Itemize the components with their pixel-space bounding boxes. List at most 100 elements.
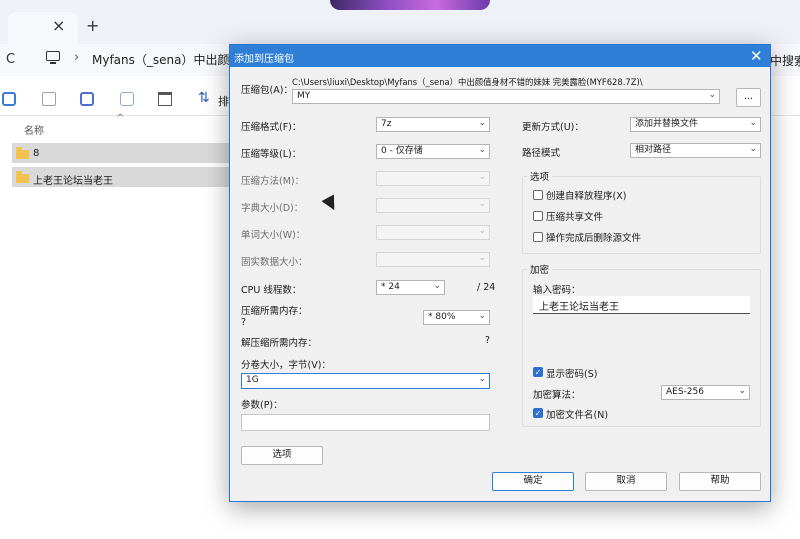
format-label: 压缩格式(F)： xyxy=(241,122,302,133)
copy-icon[interactable] xyxy=(2,92,16,106)
memory-percent-select[interactable]: * 80% ⌄ xyxy=(423,310,490,325)
path-mode-label: 路径模式 xyxy=(522,148,561,159)
word-size-select[interactable]: ⌄ xyxy=(376,225,490,240)
sort-icon[interactable]: ⇅ xyxy=(198,90,210,106)
dialog-title: 添加到压缩包 xyxy=(234,54,294,65)
sfx-checkbox[interactable] xyxy=(533,190,543,200)
encryption-group-title: 加密 xyxy=(527,262,553,276)
file-name: 8 xyxy=(33,148,40,159)
delete-after-checkbox[interactable] xyxy=(533,232,543,242)
params-label: 参数(P)： xyxy=(241,400,283,411)
update-mode-label: 更新方式(U)： xyxy=(522,122,584,133)
delete-icon[interactable] xyxy=(158,92,172,106)
browse-button[interactable]: ... xyxy=(736,88,761,107)
update-mode-select[interactable]: 添加并替换文件 ⌄ xyxy=(630,117,761,132)
help-button[interactable]: 帮助 xyxy=(679,472,761,491)
encryption-method-select[interactable]: AES-256 ⌄ xyxy=(661,385,750,400)
search-box[interactable]: 中搜索 xyxy=(770,52,800,69)
chevron-down-icon: ⌄ xyxy=(478,199,486,209)
threads-select[interactable]: * 24 ⌄ xyxy=(376,280,445,295)
archive-path: C:\Users\liuxi\Desktop\Myfans（_sena）中出颜值… xyxy=(292,77,643,87)
show-password-checkbox[interactable]: ✓ xyxy=(533,367,543,377)
show-password-label: 显示密码(S) xyxy=(546,369,598,380)
dict-size-select[interactable]: ⌄ xyxy=(376,198,490,213)
params-input[interactable] xyxy=(241,414,490,431)
rename-icon[interactable] xyxy=(80,92,94,106)
chevron-down-icon: ⌄ xyxy=(433,281,441,291)
password-label: 输入密码： xyxy=(533,285,581,296)
level-label: 压缩等级(L)： xyxy=(241,149,302,160)
this-pc-icon[interactable] xyxy=(46,51,60,64)
encryption-method-label: 加密算法： xyxy=(533,390,581,401)
desktop-wallpaper xyxy=(330,0,490,10)
level-value: 0 - 仅存储 xyxy=(381,146,423,156)
chevron-down-icon: ⌄ xyxy=(738,386,746,396)
folder-icon xyxy=(16,147,29,159)
new-tab-icon[interactable]: + xyxy=(86,16,99,35)
split-size-combo[interactable]: 1G ⌄ xyxy=(241,373,490,389)
sort-label[interactable]: 排 xyxy=(218,93,229,109)
dialog-titlebar xyxy=(230,45,770,67)
shared-files-label: 压缩共享文件 xyxy=(546,212,604,223)
memory-value: ? xyxy=(241,317,247,328)
chevron-down-icon: ⌄ xyxy=(749,118,757,128)
ok-button[interactable]: 确定 xyxy=(492,472,574,491)
file-row[interactable] xyxy=(12,143,238,163)
decompress-memory-label: 解压缩所需内存： xyxy=(241,338,318,349)
chevron-down-icon: ⌄ xyxy=(749,144,757,154)
threads-value: * 24 xyxy=(381,282,400,292)
options-group-title: 选项 xyxy=(527,169,553,183)
threads-total: / 24 xyxy=(477,282,496,293)
split-size-label: 分卷大小，字节(V)： xyxy=(241,360,331,371)
chevron-down-icon: ⌄ xyxy=(478,253,486,263)
encrypt-names-label: 加密文件名(N) xyxy=(546,410,609,421)
sort-caret-icon: ^ xyxy=(116,113,125,124)
chevron-down-icon: ⌄ xyxy=(478,145,486,155)
share-icon[interactable] xyxy=(120,92,134,106)
path-mode-value: 相对路径 xyxy=(635,145,672,155)
method-select[interactable]: ⌄ xyxy=(376,171,490,186)
archive-name-combo[interactable]: MY ⌄ xyxy=(292,89,720,104)
explorer-tab[interactable] xyxy=(8,12,78,44)
memory-label: 压缩所需内存： xyxy=(241,306,308,317)
level-select[interactable]: 0 - 仅存储 ⌄ xyxy=(376,144,490,159)
memory-percent-value: * 80% xyxy=(428,312,456,322)
cancel-button[interactable]: 取消 xyxy=(585,472,667,491)
column-header-name[interactable]: 名称 xyxy=(24,122,44,137)
update-mode-value: 添加并替换文件 xyxy=(635,119,699,129)
solid-size-select[interactable]: ⌄ xyxy=(376,252,490,267)
decompress-memory-value: ? xyxy=(485,335,491,346)
solid-size-label: 固实数据大小： xyxy=(241,257,308,268)
encryption-method-value: AES-256 xyxy=(666,387,704,397)
close-icon[interactable]: ✕ xyxy=(750,47,763,65)
mouse-cursor-icon xyxy=(321,194,341,214)
folder-icon xyxy=(16,171,29,183)
method-label: 压缩方法(M)： xyxy=(241,176,305,187)
split-size-value: 1G xyxy=(246,375,259,385)
dict-size-label: 字典大小(D)： xyxy=(241,203,304,214)
options-button[interactable]: 选项 xyxy=(241,446,323,465)
path-mode-select[interactable]: 相对路径 ⌄ xyxy=(630,143,761,158)
chevron-down-icon: ⌄ xyxy=(478,172,486,182)
chevron-right-icon: › xyxy=(74,50,80,65)
archive-name-value: MY xyxy=(297,91,311,101)
format-value: 7z xyxy=(381,119,392,129)
delete-after-label: 操作完成后删除源文件 xyxy=(546,233,642,244)
word-size-label: 单词大小(W)： xyxy=(241,230,306,241)
encrypt-names-checkbox[interactable]: ✓ xyxy=(533,408,543,418)
shared-files-checkbox[interactable] xyxy=(533,211,543,221)
format-select[interactable]: 7z ⌄ xyxy=(376,117,490,132)
chevron-down-icon: ⌄ xyxy=(478,226,486,236)
chevron-down-icon: ⌄ xyxy=(478,374,486,384)
password-input[interactable]: 上老王论坛当老王 xyxy=(533,296,750,314)
threads-label: CPU 线程数： xyxy=(241,285,302,296)
refresh-icon[interactable]: C xyxy=(6,52,15,67)
sfx-label: 创建自释放程序(X) xyxy=(546,191,627,202)
close-tab-icon[interactable]: × xyxy=(52,16,65,35)
chevron-down-icon: ⌄ xyxy=(478,118,486,128)
file-name: 上老王论坛当老王 xyxy=(33,176,113,187)
archive-label: 压缩包(A)： xyxy=(241,85,293,96)
add-to-archive-dialog: 添加到压缩包 ✕ 压缩包(A)： C:\Users\liuxi\Desktop\… xyxy=(229,44,771,502)
paste-icon[interactable] xyxy=(42,92,56,106)
chevron-down-icon: ⌄ xyxy=(478,311,486,321)
